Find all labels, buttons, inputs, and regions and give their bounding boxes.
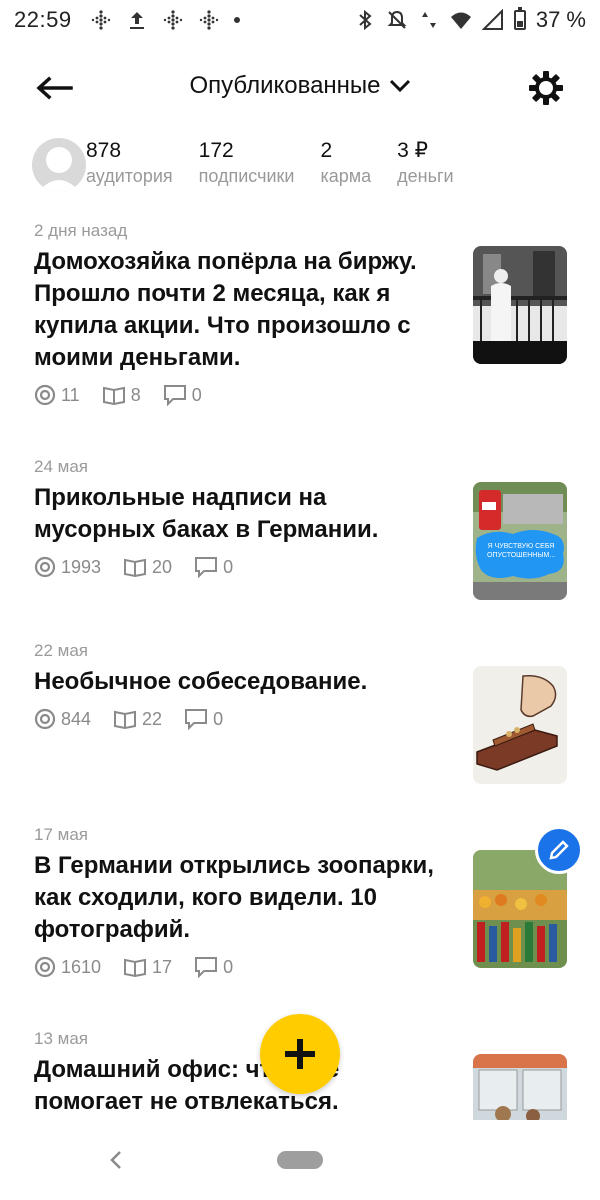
- article-item[interactable]: 22 мая Необычное собеседование. 844 22 0: [0, 638, 600, 822]
- eye-icon: [34, 708, 56, 730]
- article-date: 17 мая: [34, 825, 88, 844]
- user-silhouette-icon: [38, 147, 80, 192]
- dots-grid-icon: [91, 10, 110, 30]
- comment-icon: [195, 957, 218, 978]
- views-stat: 1993: [34, 556, 101, 578]
- comments-stat: 0: [194, 556, 233, 578]
- article-item[interactable]: 24 мая Прикольные надписи на мусорных ба…: [0, 454, 600, 638]
- wifi-icon: [450, 12, 471, 29]
- plus-icon: [285, 1039, 315, 1069]
- photo-office-image: [473, 1054, 567, 1124]
- article-title[interactable]: Домашний офис: что ещё помогает не отвле…: [34, 1054, 450, 1118]
- bluetooth-icon: [359, 9, 372, 31]
- article-title[interactable]: Необычное собеседование.: [34, 666, 450, 698]
- stat-karma: 2 карма: [320, 139, 372, 186]
- gear-icon: [529, 71, 563, 105]
- nav-home-pill[interactable]: [277, 1151, 323, 1169]
- comments-stat: 0: [163, 384, 202, 406]
- thumb-caption: Я ЧУВСТВУЮ СЕБЯ ОПУСТОШЕННЫМ...: [487, 543, 556, 559]
- status-bar: 22:59 37 %: [0, 0, 600, 40]
- illustration-hand-image: [473, 666, 567, 784]
- data-arrows-icon: [421, 12, 436, 28]
- stat-money: 3 ₽ деньги: [397, 139, 454, 186]
- article-list: 2 дня назад Домохозяйка попёрла на биржу…: [0, 218, 600, 1136]
- eye-icon: [34, 956, 56, 978]
- views-stat: 844: [34, 708, 91, 730]
- article-date: 24 мая: [34, 457, 88, 476]
- eye-icon: [34, 384, 56, 406]
- bell-off-icon: [387, 10, 407, 29]
- article-stats: 844 22 0: [34, 708, 450, 730]
- eye-icon: [34, 556, 56, 578]
- article-thumbnail[interactable]: [473, 246, 567, 364]
- comment-icon: [163, 385, 186, 406]
- views-stat: 11: [34, 384, 80, 406]
- battery-icon: [513, 7, 526, 30]
- article-title[interactable]: Домохозяйка попёрла на биржу. Прошло поч…: [34, 246, 450, 374]
- article-stats: 1610 17 0: [34, 956, 450, 978]
- article-date: 2 дня назад: [34, 221, 128, 240]
- settings-button[interactable]: [526, 68, 566, 108]
- article-thumbnail[interactable]: Я ЧУВСТВУЮ СЕБЯ ОПУСТОШЕННЫМ...: [473, 482, 567, 600]
- article-date: 13 мая: [34, 1029, 88, 1048]
- chevron-down-icon: [389, 79, 410, 93]
- top-app-bar: Опубликованные: [0, 60, 600, 116]
- article-item[interactable]: 17 мая В Германии открылись зоопарки, ка…: [0, 822, 600, 1026]
- book-icon: [124, 558, 147, 577]
- nav-back-button[interactable]: [104, 1140, 128, 1180]
- article-stats: 11 8 0: [34, 384, 450, 406]
- filter-dropdown[interactable]: Опубликованные: [0, 72, 600, 100]
- reads-stat: 17: [123, 957, 172, 978]
- article-title[interactable]: В Германии открылись зоопарки, как сходи…: [34, 850, 450, 946]
- views-stat: 1610: [34, 956, 101, 978]
- article-date: 22 мая: [34, 641, 88, 660]
- dots-grid-icon: [163, 10, 182, 30]
- edit-button[interactable]: [535, 826, 583, 874]
- comments-stat: 0: [184, 708, 223, 730]
- article-item[interactable]: 2 дня назад Домохозяйка попёрла на биржу…: [0, 218, 600, 454]
- article-thumbnail[interactable]: [473, 1054, 567, 1124]
- stat-subscribers: 172 подписчики: [198, 139, 295, 186]
- upload-icon: [129, 12, 144, 29]
- system-nav-bar: [0, 1120, 600, 1200]
- article-title[interactable]: Прикольные надписи на мусорных баках в Г…: [34, 482, 450, 546]
- create-post-button[interactable]: [260, 1014, 340, 1094]
- battery-percent: 37 %: [535, 7, 586, 32]
- photo-balcony-image: [473, 246, 567, 364]
- signal-icon: [481, 9, 503, 30]
- dots-grid-icon: [199, 10, 218, 30]
- page-title: Опубликованные: [189, 72, 381, 99]
- comment-icon: [195, 557, 218, 578]
- comment-icon: [185, 709, 208, 730]
- article-thumbnail[interactable]: [473, 666, 567, 784]
- book-icon: [114, 710, 137, 729]
- stat-audience: 878 аудитория: [86, 139, 173, 186]
- book-icon: [102, 386, 125, 405]
- reads-stat: 20: [123, 557, 172, 578]
- pencil-icon: [549, 840, 569, 860]
- system-icons: 37 %: [354, 7, 586, 33]
- notification-icons: [90, 9, 240, 31]
- reads-stat: 8: [102, 385, 141, 406]
- comments-stat: 0: [194, 956, 233, 978]
- avatar[interactable]: [32, 138, 86, 192]
- book-icon: [124, 958, 147, 977]
- article-stats: 1993 20 0: [34, 556, 450, 578]
- status-time: 22:59: [14, 7, 72, 32]
- chevron-left-icon: [110, 1151, 121, 1169]
- dot-icon: [233, 17, 240, 23]
- reads-stat: 22: [113, 709, 162, 730]
- photo-trash-bin-image: [473, 482, 567, 600]
- profile-stats: 878 аудитория 172 подписчики 2 карма 3 ₽…: [32, 138, 592, 198]
